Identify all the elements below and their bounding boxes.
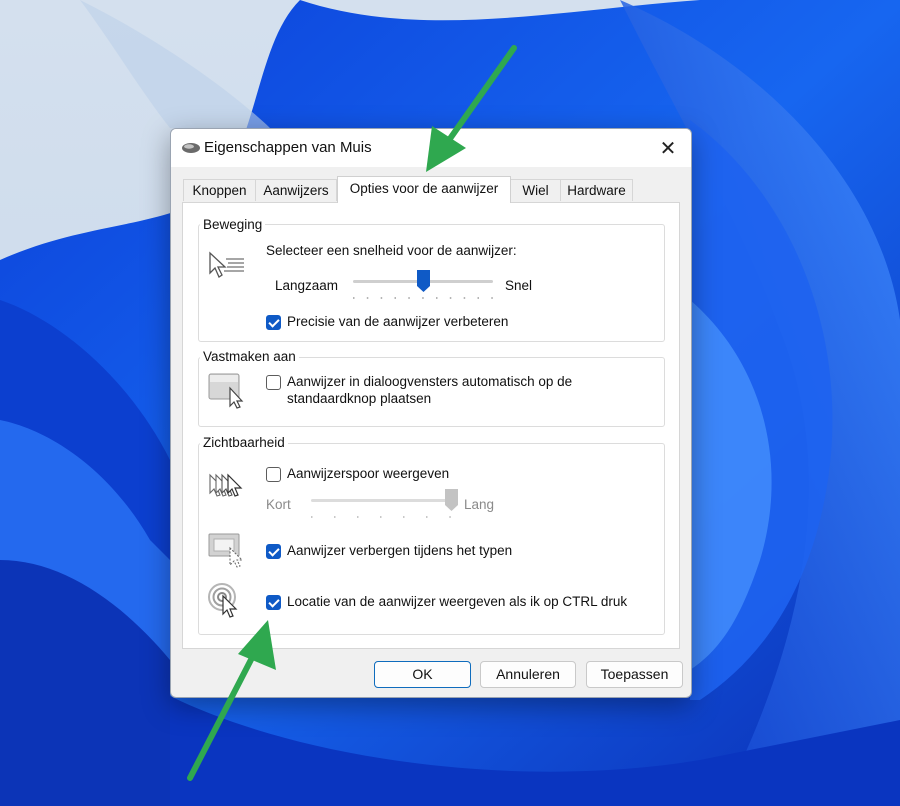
visibility-group-label: Zichtbaarheid [200, 435, 288, 450]
trail-short-label: Kort [266, 497, 291, 512]
speed-slow-label: Langzaam [275, 278, 339, 293]
tab-opties-voor-de-aanwijzer[interactable]: Opties voor de aanwijzer [337, 176, 511, 203]
hide-while-typing-icon [208, 533, 244, 568]
ok-button[interactable]: OK [374, 661, 471, 688]
annotation-arrow-checkbox [187, 620, 276, 781]
show-location-ctrl-label[interactable]: Locatie van de aanwijzer weergeven als i… [287, 594, 627, 609]
tab-knoppen[interactable]: Knoppen [183, 179, 256, 201]
hide-while-typing-checkbox[interactable] [266, 544, 281, 559]
motion-group-label: Beweging [200, 217, 266, 232]
mouse-icon [182, 143, 200, 153]
snap-group-label: Vastmaken aan [200, 349, 299, 364]
pointer-trail-label[interactable]: Aanwijzerspoor weergeven [287, 466, 449, 481]
pointer-trail-checkbox[interactable] [266, 467, 281, 482]
precision-label[interactable]: Precisie van de aanwijzer verbeteren [287, 314, 508, 329]
hide-while-typing-label[interactable]: Aanwijzer verbergen tijdens het typen [287, 543, 512, 558]
trail-slider-thumb[interactable] [444, 488, 459, 512]
precision-checkbox[interactable] [266, 315, 281, 330]
snap-to-default-icon [208, 373, 244, 409]
speed-prompt: Selecteer een snelheid voor de aanwijzer… [266, 243, 517, 258]
cancel-button[interactable]: Annuleren [480, 661, 576, 688]
apply-button[interactable]: Toepassen [586, 661, 683, 688]
tab-panel: Beweging Selecteer een snelheid voor de … [182, 202, 680, 649]
pointer-speed-icon [209, 251, 244, 278]
show-location-ctrl-checkbox[interactable] [266, 595, 281, 610]
tab-strip: Knoppen Aanwijzers Opties voor de aanwij… [183, 176, 683, 203]
speed-fast-label: Snel [505, 278, 533, 293]
pointer-trail-icon [209, 473, 243, 497]
trail-slider-track [311, 499, 451, 502]
tab-aanwijzers[interactable]: Aanwijzers [255, 179, 337, 201]
trail-long-label: Lang [464, 497, 495, 512]
speed-slider-ticks [353, 297, 493, 299]
snap-label-line-2[interactable]: standaardknop plaatsen [287, 391, 431, 406]
annotation-arrow-tab [426, 45, 517, 172]
speed-slider-thumb[interactable] [416, 269, 431, 293]
trail-slider-ticks [311, 516, 451, 518]
tab-hardware[interactable]: Hardware [560, 179, 633, 201]
tab-wiel[interactable]: Wiel [510, 179, 561, 201]
close-button[interactable]: ✕ [645, 129, 691, 167]
snap-label-line-1[interactable]: Aanwijzer in dialoogvensters automatisch… [287, 374, 572, 389]
window-title: Eigenschappen van Muis [204, 139, 372, 156]
close-icon: ✕ [659, 137, 677, 160]
snap-group [198, 357, 665, 427]
snap-to-default-checkbox[interactable] [266, 375, 281, 390]
